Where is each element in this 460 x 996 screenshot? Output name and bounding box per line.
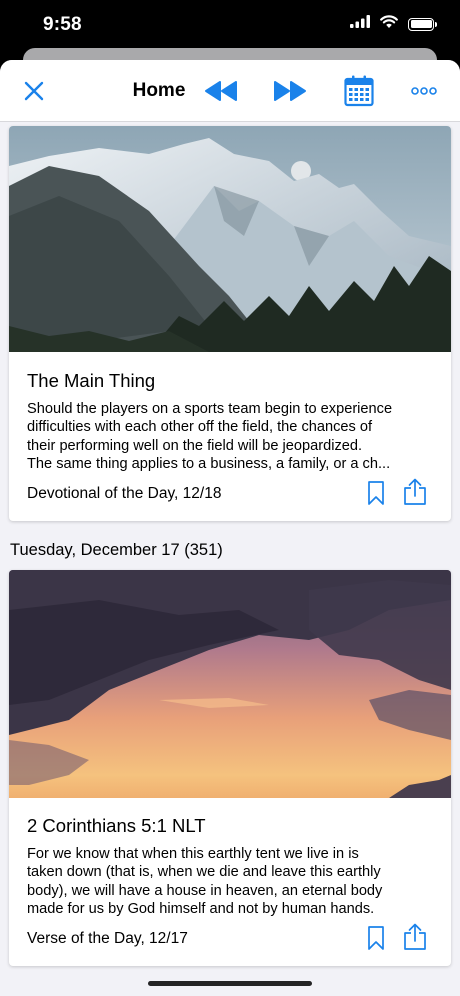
signal-icon (350, 15, 370, 33)
card-source: Devotional of the Day, 12/18 (27, 485, 222, 502)
calendar-button[interactable] (342, 74, 376, 108)
next-button[interactable] (271, 74, 309, 108)
modal-sheet: Home The Main Thing Should the players o… (0, 60, 460, 996)
verse-line: taken down (that is, when we die and lea… (27, 864, 381, 881)
share-button[interactable] (403, 478, 427, 511)
excerpt-line: The same thing applies to a business, a … (27, 455, 391, 472)
page-title: Home (132, 80, 186, 101)
bookmark-button[interactable] (367, 480, 385, 511)
card-excerpt: Should the players on a sports team begi… (27, 400, 437, 473)
close-button[interactable] (18, 74, 50, 108)
bookmark-icon (368, 481, 384, 505)
mountain-image (9, 126, 451, 352)
bookmark-button[interactable] (367, 925, 385, 956)
more-icon (411, 87, 437, 95)
excerpt-line: their performing well on the field will … (27, 437, 363, 454)
wifi-icon (380, 15, 398, 33)
verse-line: body), we will have a house in heaven, a… (27, 882, 383, 899)
calendar-icon (344, 75, 374, 107)
fast-forward-icon (274, 81, 306, 101)
sunset-image (9, 570, 451, 798)
status-icons (350, 15, 437, 33)
excerpt-line: Should the players on a sports team begi… (27, 401, 393, 417)
home-indicator[interactable] (148, 981, 312, 986)
card-title: 2 Corinthians 5:1 NLT (27, 815, 206, 836)
bookmark-icon (368, 926, 384, 950)
card-title: The Main Thing (27, 370, 156, 391)
share-button[interactable] (403, 923, 427, 956)
card-source: Verse of the Day, 12/17 (27, 930, 188, 947)
share-icon (404, 923, 426, 950)
status-time: 9:58 (43, 14, 82, 35)
nav-bar: Home (0, 60, 460, 122)
rewind-icon (205, 81, 237, 101)
previous-button[interactable] (202, 74, 240, 108)
verse-line: made for us by God himself and not by hu… (27, 900, 375, 917)
card-verse-text: For we know that when this earthly tent … (27, 845, 437, 918)
section-date-header: Tuesday, December 17 (351) (10, 541, 223, 559)
battery-icon (408, 17, 437, 31)
verse-line: For we know that when this earthly tent … (27, 846, 359, 862)
more-button[interactable] (408, 74, 440, 108)
excerpt-line: difficulties with each other off the fie… (27, 419, 373, 436)
devotional-card[interactable]: The Main Thing Should the players on a s… (9, 126, 451, 521)
close-icon (24, 81, 44, 101)
status-bar: 9:58 (0, 0, 460, 50)
verse-card[interactable]: 2 Corinthians 5:1 NLT For we know that w… (9, 570, 451, 966)
share-icon (404, 478, 426, 505)
